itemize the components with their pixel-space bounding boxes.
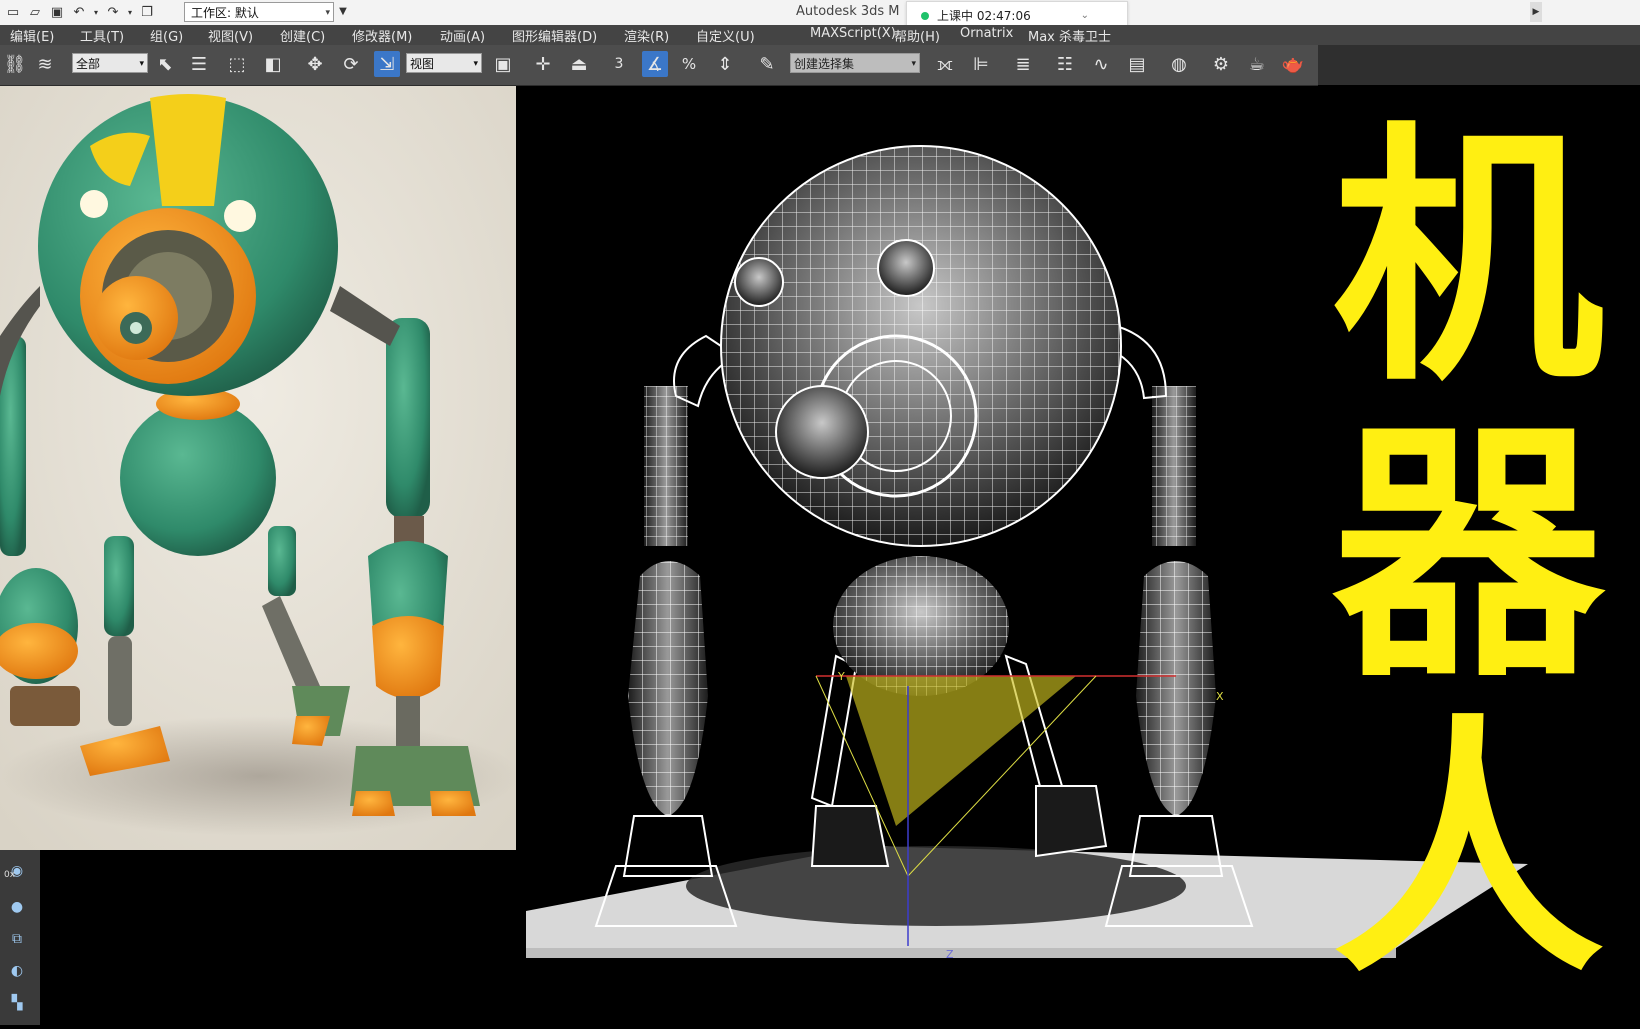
main-toolbar: ⛓ ≋ 全部 ▾ ⬉ ☰ ⬚ ◧ ✥ ⟳ ⇲ 视图 ▾ ▣ ✛ ⏏ 3 ∡ % …: [0, 45, 1318, 86]
selection-filter-value: 全部: [76, 57, 101, 71]
reference-image-panel: [0, 86, 516, 850]
render-production-icon[interactable]: 🫖: [1280, 51, 1306, 77]
chevron-down-icon: ▾: [139, 59, 144, 69]
curve-editor-icon[interactable]: ∿: [1088, 51, 1114, 77]
teapot-icon[interactable]: ◐: [4, 958, 30, 984]
workspace-dropdown[interactable]: 工作区: 默认 ▾: [184, 2, 334, 22]
menu-animation[interactable]: 动画(A): [440, 26, 485, 45]
select-scale-icon[interactable]: ⇲: [374, 51, 400, 77]
menu-graph-editors[interactable]: 图形编辑器(D): [512, 26, 597, 45]
gizmo-z-label: Z: [946, 948, 954, 961]
named-selection-dropdown[interactable]: 创建选择集 ▾: [790, 53, 920, 73]
link-icon[interactable]: ⛓: [2, 51, 28, 77]
render-setup-icon[interactable]: ⧉: [4, 926, 30, 952]
redo-dropdown-icon[interactable]: ▾: [126, 3, 134, 21]
edit-named-selection-icon[interactable]: ✎: [754, 51, 780, 77]
material-editor-icon[interactable]: ◍: [1166, 51, 1192, 77]
reference-coordinate-dropdown[interactable]: 视图 ▾: [406, 53, 482, 73]
gizmo-x-label: X: [1216, 690, 1224, 703]
spinner-snap-icon[interactable]: ⇕: [712, 51, 738, 77]
menu-group[interactable]: 组(G): [150, 26, 183, 45]
title-char-2: 器: [1332, 398, 1604, 714]
robot-render-illustration: [0, 86, 516, 850]
sphere-icon[interactable]: ●: [4, 894, 30, 920]
pivot-center-icon[interactable]: ▣: [490, 51, 516, 77]
select-move-icon[interactable]: ✥: [302, 51, 328, 77]
chevron-down-icon: ▾: [325, 8, 330, 18]
chevron-down-icon: ▾: [911, 59, 916, 69]
render-setup-icon[interactable]: ⚙: [1208, 51, 1234, 77]
workspace-label: 工作区: 默认: [191, 6, 259, 20]
select-manipulate-icon[interactable]: ✛: [530, 51, 556, 77]
schematic-view-icon[interactable]: ▤: [1124, 51, 1150, 77]
select-rotate-icon[interactable]: ⟳: [338, 51, 364, 77]
scene-explorer-icon[interactable]: ☷: [1052, 51, 1078, 77]
video-title-overlay: 机 器 人: [1318, 112, 1618, 1000]
percent-snap-label: %: [681, 55, 697, 73]
named-selection-placeholder: 创建选择集: [794, 57, 855, 71]
menu-help[interactable]: 帮助(H): [894, 26, 940, 45]
percent-snap-icon[interactable]: %: [676, 51, 702, 77]
menu-tools[interactable]: 工具(T): [80, 26, 124, 45]
menu-create[interactable]: 创建(C): [280, 26, 325, 45]
redo-icon[interactable]: ↷: [104, 3, 122, 21]
zero-x-label: 0x: [4, 870, 16, 880]
align-icon[interactable]: ⊫: [968, 51, 994, 77]
layer-manager-icon[interactable]: ≣: [1010, 51, 1036, 77]
menu-max-antivirus[interactable]: Max 杀毒卫士: [1028, 26, 1111, 45]
keyboard-shortcut-override-icon[interactable]: ⏏: [566, 51, 592, 77]
render-frame-window-icon[interactable]: ☕: [1244, 51, 1270, 77]
title-char-1: 机: [1332, 102, 1604, 418]
menu-maxscript[interactable]: MAXScript(X): [810, 26, 896, 41]
menu-customize[interactable]: 自定义(U): [696, 26, 755, 45]
window-crossing-icon[interactable]: ◧: [260, 51, 286, 77]
app-title: Autodesk 3ds M: [796, 4, 900, 19]
select-object-icon[interactable]: ⬉: [152, 51, 178, 77]
selection-filter-dropdown[interactable]: 全部 ▾: [72, 53, 148, 73]
new-file-icon[interactable]: ▭: [4, 3, 22, 21]
bind-space-warp-icon[interactable]: ≋: [32, 51, 58, 77]
search-toggle-icon[interactable]: ▶: [1530, 2, 1542, 22]
menu-edit[interactable]: 编辑(E): [10, 26, 54, 45]
gizmo-y-label: Y: [838, 670, 845, 683]
project-folder-icon[interactable]: ❐: [138, 3, 156, 21]
title-bar: ▭ ▱ ▣ ↶ ▾ ↷ ▾ ❐ 工作区: 默认 ▾ ▼ Autodesk 3ds…: [0, 0, 1640, 29]
open-file-icon[interactable]: ▱: [26, 3, 44, 21]
menu-view[interactable]: 视图(V): [208, 26, 253, 45]
menu-modifiers[interactable]: 修改器(M): [352, 26, 412, 45]
menu-ornatrix[interactable]: Ornatrix: [960, 26, 1013, 41]
workspace-menu-arrow-icon[interactable]: ▼: [336, 4, 350, 20]
status-dot-icon: [921, 12, 929, 20]
mirror-icon[interactable]: ⟗: [932, 51, 958, 77]
undo-dropdown-icon[interactable]: ▾: [92, 3, 100, 21]
menu-rendering[interactable]: 渲染(R): [624, 26, 669, 45]
select-by-name-icon[interactable]: ☰: [186, 51, 212, 77]
layer-icon[interactable]: ▚: [4, 990, 30, 1016]
save-icon[interactable]: ▣: [48, 3, 66, 21]
snap-3-label: 3: [614, 56, 624, 72]
left-command-panel: ◉ 0x ● ⧉ ◐ ▚: [0, 850, 40, 1025]
undo-icon[interactable]: ↶: [70, 3, 88, 21]
title-char-3: 人: [1332, 694, 1604, 1010]
chevron-down-icon: ▾: [473, 59, 478, 69]
session-status-text: 上课中 02:47:06: [937, 9, 1031, 23]
toolbar-empty-area: [1318, 45, 1640, 85]
menu-bar: 编辑(E) 工具(T) 组(G) 视图(V) 创建(C) 修改器(M) 动画(A…: [0, 25, 1640, 45]
angle-snap-icon[interactable]: ∡: [642, 51, 668, 77]
snaps-toggle-icon[interactable]: 3: [606, 51, 632, 77]
rectangular-selection-icon[interactable]: ⬚: [224, 51, 250, 77]
reference-coordinate-value: 视图: [410, 57, 435, 71]
quick-access-toolbar: ▭ ▱ ▣ ↶ ▾ ↷ ▾ ❐: [4, 3, 156, 21]
